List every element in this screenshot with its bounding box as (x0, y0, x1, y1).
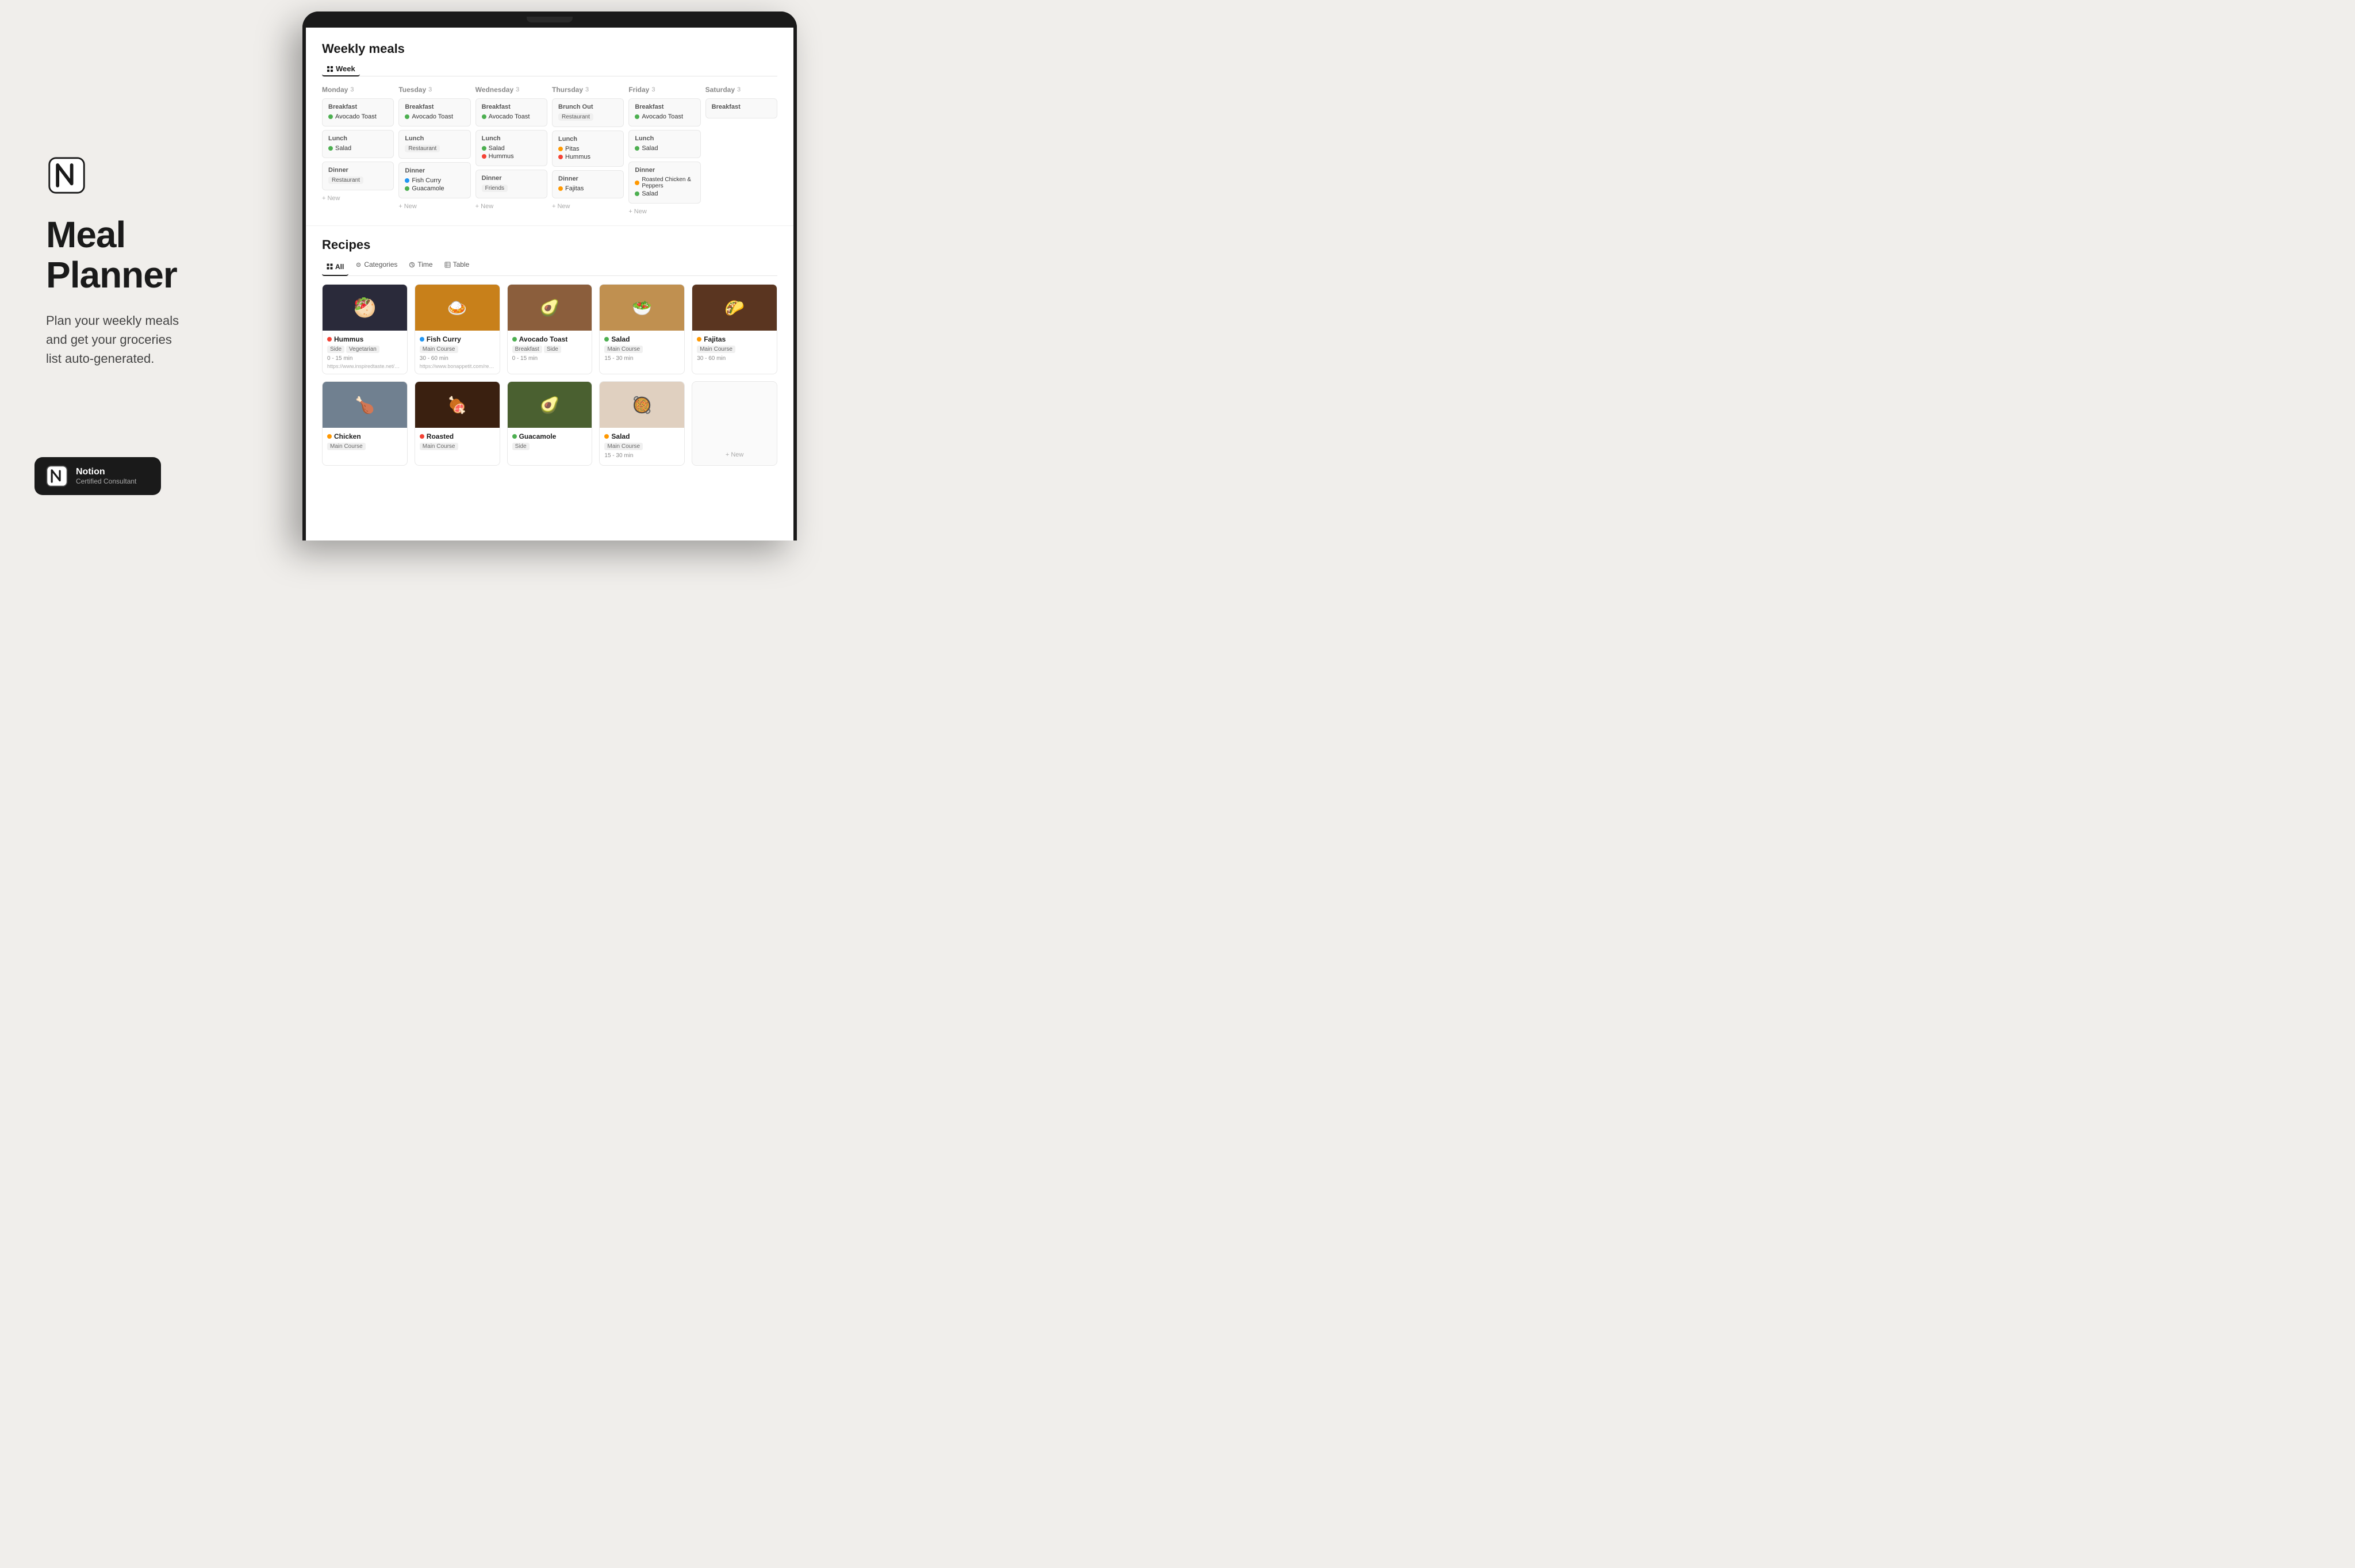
tablet-screen: Weekly meals Week Monday (306, 28, 793, 540)
weekly-meals-section: Weekly meals Week Monday (306, 28, 793, 225)
add-new-friday[interactable]: + New (628, 207, 700, 216)
app-title: Meal Planner (46, 214, 230, 296)
day-header-friday: Friday 3 (628, 86, 700, 94)
meal-card-friday-dinner[interactable]: Dinner Roasted Chicken & Peppers Salad (628, 162, 700, 204)
meal-card-friday-lunch[interactable]: Lunch Salad (628, 130, 700, 158)
day-saturday: Saturday 3 Breakfast (705, 86, 777, 216)
app-description: Plan your weekly mealsand get your groce… (46, 311, 230, 368)
day-header-wednesday: Wednesday 3 (475, 86, 547, 94)
notion-logo-icon (46, 155, 87, 196)
meal-card-saturday-breakfast[interactable]: Breakfast (705, 98, 777, 118)
view-tabs: Week (322, 62, 777, 76)
recipes-section: Recipes All Categories Ti (306, 225, 793, 475)
day-tuesday: Tuesday 3 Breakfast Avocado Toast (398, 86, 470, 216)
meal-card-tuesday-breakfast[interactable]: Breakfast Avocado Toast (398, 98, 470, 126)
recipe-card-avocado-toast[interactable]: 🥑 Avocado Toast Breakfast Side (507, 284, 593, 374)
recipe-tabs: All Categories Time Table (322, 258, 777, 276)
day-thursday: Thursday 3 Brunch Out Restaurant Lunch (552, 86, 624, 216)
weekly-meals-title: Weekly meals (322, 41, 777, 56)
recipe-card-row2-2[interactable]: 🍖 Roasted Main Course (415, 381, 500, 466)
recipe-tab-table[interactable]: Table (440, 258, 474, 271)
recipe-card-row2-3[interactable]: 🥑 Guacamole Side (507, 381, 593, 466)
recipes-title: Recipes (322, 237, 777, 252)
meal-card-wednesday-breakfast[interactable]: Breakfast Avocado Toast (475, 98, 547, 126)
meal-card-wednesday-dinner[interactable]: Dinner Friends (475, 170, 547, 198)
day-friday: Friday 3 Breakfast Avocado Toast (628, 86, 700, 216)
recipe-tab-time[interactable]: Time (404, 258, 437, 271)
meal-card-monday-dinner[interactable]: Dinner Restaurant (322, 162, 394, 190)
day-header-monday: Monday 3 (322, 86, 394, 94)
recipe-tab-all[interactable]: All (322, 258, 348, 276)
meal-card-wednesday-lunch[interactable]: Lunch Salad Hummus (475, 130, 547, 166)
meal-card-thursday-brunch[interactable]: Brunch Out Restaurant (552, 98, 624, 127)
add-new-monday[interactable]: + New (322, 194, 394, 203)
day-header-thursday: Thursday 3 (552, 86, 624, 94)
day-header-tuesday: Tuesday 3 (398, 86, 470, 94)
meal-card-tuesday-dinner[interactable]: Dinner Fish Curry Guacamole (398, 162, 470, 198)
recipe-card-new[interactable]: + New (692, 381, 777, 466)
badge-text-area: Notion Certified Consultant (76, 466, 136, 486)
badge-brand: Notion (76, 466, 136, 477)
badge-notion-icon (46, 465, 68, 487)
recipe-card-row2-4[interactable]: 🥘 Salad Main Course 15 - 30 min (599, 381, 685, 466)
meal-card-monday-lunch[interactable]: Lunch Salad (322, 130, 394, 158)
recipe-card-fish-curry[interactable]: 🍛 Fish Curry Main Course 30 - 60 min (415, 284, 500, 374)
certified-consultant-badge[interactable]: Notion Certified Consultant (34, 457, 161, 495)
add-new-thursday[interactable]: + New (552, 202, 624, 211)
add-new-wednesday[interactable]: + New (475, 202, 547, 211)
recipe-tab-categories[interactable]: Categories (351, 258, 402, 271)
tablet-top-bar (302, 11, 797, 28)
tablet-container: Weekly meals Week Monday (268, 0, 797, 523)
recipe-card-fajitas[interactable]: 🌮 Fajitas Main Course 30 - 60 min (692, 284, 777, 374)
left-panel: Meal Planner Plan your weekly mealsand g… (0, 0, 276, 523)
recipe-card-hummus[interactable]: 🥙 Hummus Side Vegetarian 0 (322, 284, 408, 374)
notion-app: Weekly meals Week Monday (306, 28, 793, 540)
calendar-grid: Monday 3 Breakfast Avocado Toast (322, 86, 777, 216)
meal-card-tuesday-lunch[interactable]: Lunch Restaurant (398, 130, 470, 159)
recipes-grid-row1: 🥙 Hummus Side Vegetarian 0 (322, 284, 777, 374)
meal-card-thursday-lunch[interactable]: Lunch Pitas Hummus (552, 131, 624, 167)
day-wednesday: Wednesday 3 Breakfast Avocado Toast (475, 86, 547, 216)
recipe-new-label: + New (726, 451, 744, 458)
recipe-card-salad[interactable]: 🥗 Salad Main Course 15 - 30 min (599, 284, 685, 374)
camera-bump (527, 17, 573, 22)
add-new-tuesday[interactable]: + New (398, 202, 470, 211)
day-header-saturday: Saturday 3 (705, 86, 777, 94)
recipes-grid-row2: 🍗 Chicken Main Course 🍖 (322, 381, 777, 466)
meal-card-thursday-dinner[interactable]: Dinner Fajitas (552, 170, 624, 198)
meal-card-friday-breakfast[interactable]: Breakfast Avocado Toast (628, 98, 700, 126)
recipe-card-row2-1[interactable]: 🍗 Chicken Main Course (322, 381, 408, 466)
badge-subtitle: Certified Consultant (76, 477, 136, 485)
meal-card-monday-breakfast[interactable]: Breakfast Avocado Toast (322, 98, 394, 126)
tablet-device: Weekly meals Week Monday (302, 11, 797, 540)
day-monday: Monday 3 Breakfast Avocado Toast (322, 86, 394, 216)
tab-week[interactable]: Week (322, 62, 360, 76)
